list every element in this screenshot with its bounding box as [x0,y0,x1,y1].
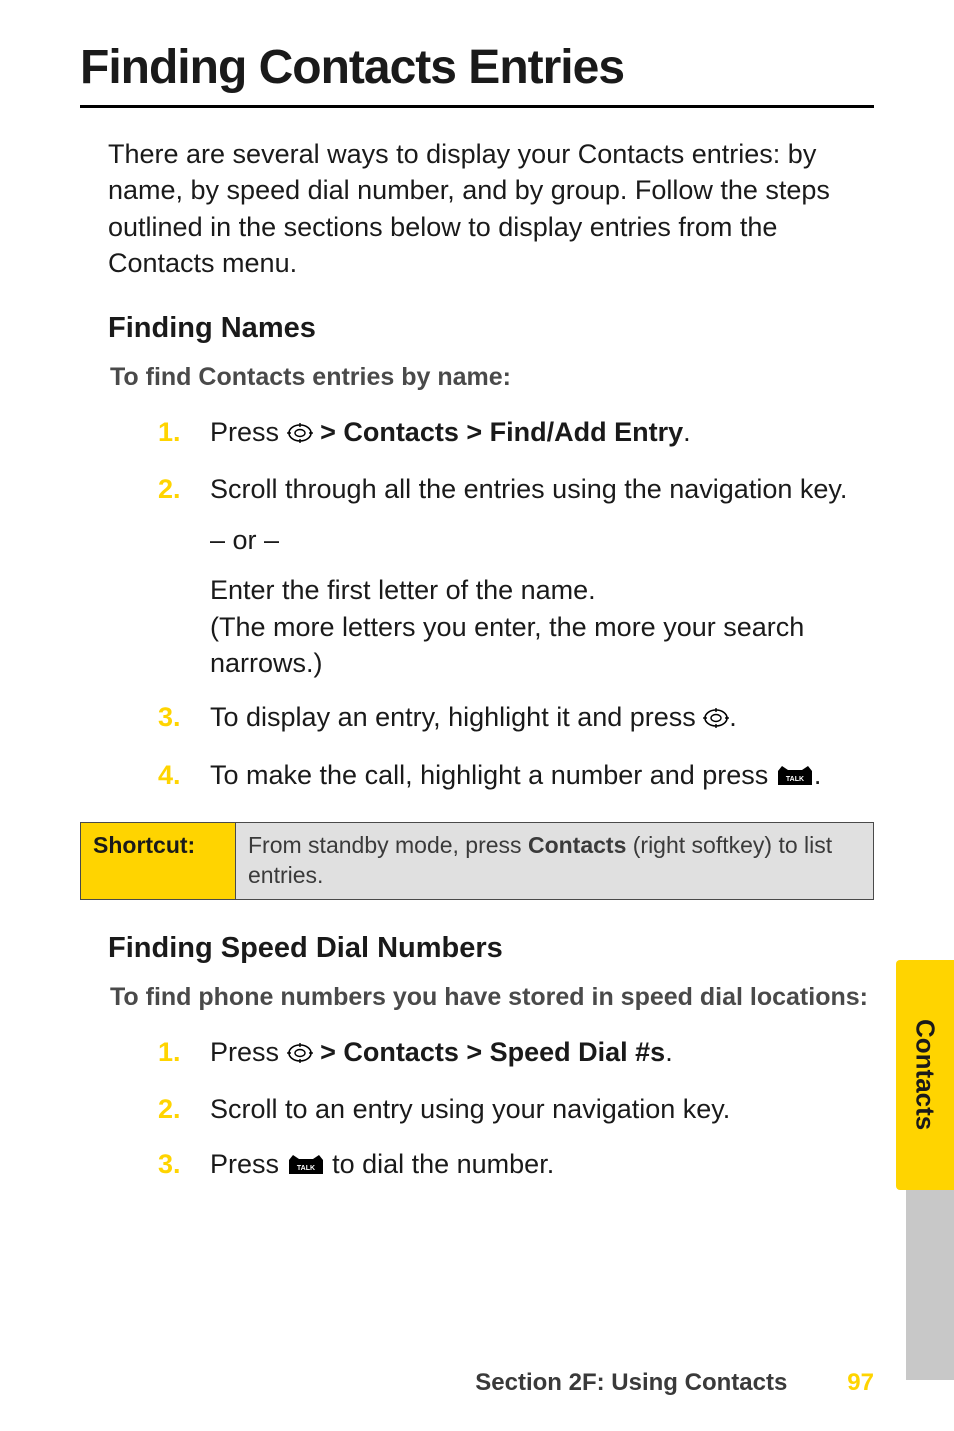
step-1: Press > Contacts > Find/Add Entry. [158,414,874,453]
step-3: To display an entry, highlight it and pr… [158,699,874,738]
step-1-period: . [683,417,691,447]
nav-key-icon [287,417,313,453]
side-tab: Contacts [896,960,954,1190]
step-2-or: – or – [210,522,874,558]
step-2-alt1: Enter the first letter of the name. [210,572,874,608]
step-4: To make the call, highlight a number and… [158,757,874,796]
shortcut-box: Shortcut: From standby mode, press Conta… [80,822,874,900]
step-1-path: > Contacts > Find/Add Entry [320,417,683,447]
step-2-text: Scroll through all the entries using the… [210,474,847,504]
step-1-prefix: Press [210,417,279,447]
shortcut-label: Shortcut: [81,823,236,900]
nav-key-icon [287,1037,313,1073]
sd-step-3: Press TALK to dial the number. [158,1146,874,1185]
step-4-suffix: . [814,760,822,790]
shortcut-content: From standby mode, press Contacts (right… [236,823,874,900]
sd-step-2: Scroll to an entry using your navigation… [158,1091,874,1127]
steps-list-names: Press > Contacts > Find/Add Entry. Scrol… [80,414,874,797]
talk-key-icon: TALK [287,1149,325,1185]
sd-step-3-suffix: to dial the number. [332,1149,554,1179]
page: Finding Contacts Entries There are sever… [0,0,954,1431]
title-rule [80,105,874,108]
page-title: Finding Contacts Entries [80,40,874,95]
side-tab-grey [906,1190,954,1380]
shortcut-text-bold: Contacts [528,832,626,858]
steps-list-speeddial: Press > Contacts > Speed Dial #s. Scroll… [80,1034,874,1185]
section-heading-speeddial: Finding Speed Dial Numbers [108,932,874,965]
section-heading-names: Finding Names [108,312,874,345]
lead-line-speeddial: To find phone numbers you have stored in… [110,983,874,1012]
footer-section: Section 2F: Using Contacts [475,1369,787,1397]
sd-step-2-text: Scroll to an entry using your navigation… [210,1094,730,1124]
talk-key-icon: TALK [776,760,814,796]
intro-paragraph: There are several ways to display your C… [108,136,874,282]
svg-text:TALK: TALK [296,1165,314,1172]
sd-step-1-path: > Contacts > Speed Dial #s [320,1037,665,1067]
sd-step-1: Press > Contacts > Speed Dial #s. [158,1034,874,1073]
step-2: Scroll through all the entries using the… [158,471,874,681]
step-4-prefix: To make the call, highlight a number and… [210,760,768,790]
step-3-suffix: . [729,702,737,732]
side-tab-label: Contacts [910,1019,941,1130]
shortcut-text-prefix: From standby mode, press [248,832,528,858]
page-footer: Section 2F: Using Contacts 97 [475,1369,874,1397]
sd-step-3-prefix: Press [210,1149,279,1179]
sd-step-1-period: . [665,1037,673,1067]
nav-key-icon [703,702,729,738]
step-3-prefix: To display an entry, highlight it and pr… [210,702,696,732]
step-2-alt2: (The more letters you enter, the more yo… [210,612,804,678]
lead-line-names: To find Contacts entries by name: [110,363,874,392]
footer-page-number: 97 [847,1369,874,1397]
sd-step-1-prefix: Press [210,1037,279,1067]
svg-text:TALK: TALK [786,776,804,783]
